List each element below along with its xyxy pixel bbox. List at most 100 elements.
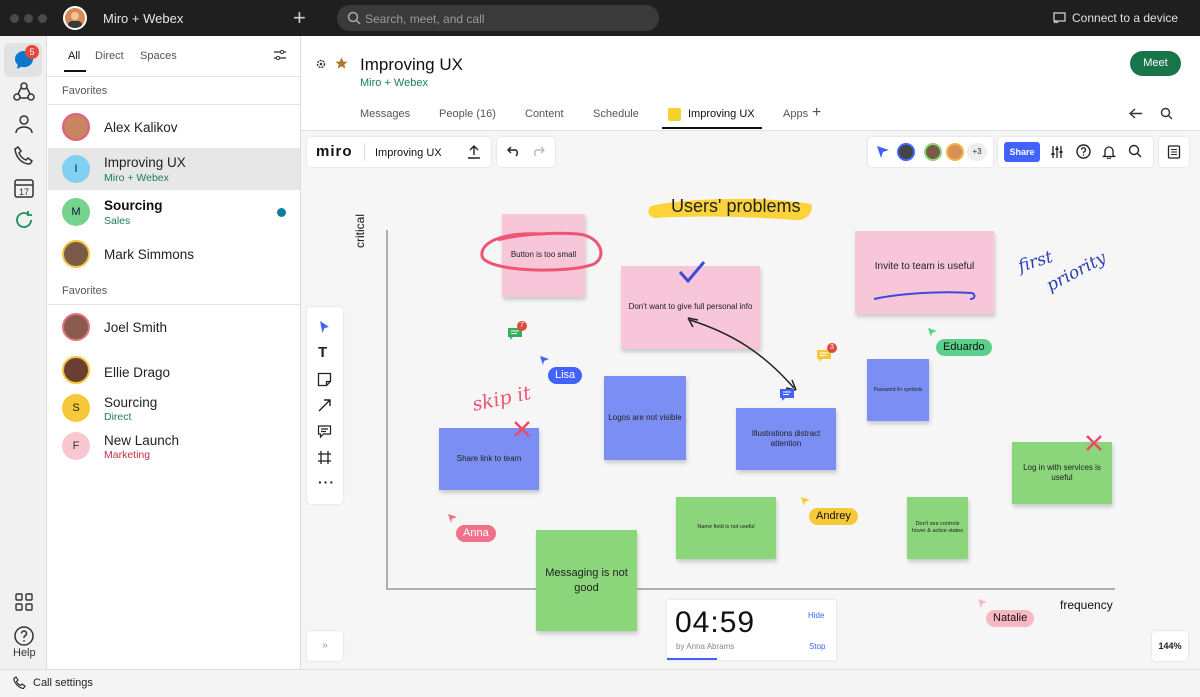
star-icon[interactable] <box>335 57 348 70</box>
header-search-icon[interactable] <box>1160 107 1173 120</box>
timer-owner: by Anna Abrams <box>676 642 735 651</box>
undo-icon[interactable] <box>507 145 521 157</box>
tab-content[interactable]: Content <box>525 108 564 120</box>
list-item-name[interactable]: Mark Simmons <box>104 247 194 262</box>
frame-tool-icon[interactable] <box>317 450 332 465</box>
call-settings-label[interactable]: Call settings <box>33 677 93 689</box>
settings-sliders-icon[interactable] <box>1050 145 1064 159</box>
sticky-note[interactable]: Logos are not visible <box>604 376 686 460</box>
filter-icon[interactable] <box>273 49 287 61</box>
select-cursor-icon[interactable] <box>318 320 331 334</box>
apps-grid-icon[interactable] <box>12 590 36 614</box>
board-search-icon[interactable] <box>1128 144 1142 158</box>
sticky-note[interactable]: Name field is not useful <box>676 497 776 559</box>
comment-tool-icon[interactable] <box>317 424 332 439</box>
cursor-follow-icon[interactable] <box>876 145 890 159</box>
refresh-icon[interactable] <box>12 208 36 232</box>
cross-mark-icon <box>1086 435 1102 451</box>
redo-icon[interactable] <box>531 145 545 157</box>
sticky-note[interactable]: Don't see controls hover & active states <box>907 497 968 559</box>
add-tab-plus-icon[interactable]: + <box>812 104 821 122</box>
upload-icon[interactable] <box>467 145 481 159</box>
sticky-note[interactable]: Messaging is not good <box>536 530 637 631</box>
red-circle-annotation <box>480 231 603 272</box>
underline-annotation <box>873 291 976 300</box>
search-placeholder: Search, meet, and call <box>365 12 485 26</box>
tab-schedule[interactable]: Schedule <box>593 108 639 120</box>
more-tools-icon[interactable]: ··· <box>318 474 335 490</box>
collaborator-avatar[interactable] <box>924 143 942 161</box>
list-item-name[interactable]: Sourcing <box>104 198 163 213</box>
avatar <box>62 240 90 268</box>
board-heading[interactable]: Users' problems <box>671 196 800 217</box>
cursor-icon <box>801 497 810 506</box>
list-item-name[interactable]: Improving UX <box>104 155 186 170</box>
connector-arrow-icon[interactable] <box>317 398 332 413</box>
avatar <box>62 113 90 141</box>
list-item-sub: Direct <box>104 411 132 423</box>
tab-messages[interactable]: Messages <box>360 108 410 120</box>
miro-app-icon <box>668 108 681 121</box>
list-item-name[interactable]: Ellie Drago <box>104 365 170 380</box>
avatar <box>62 313 90 341</box>
help-icon[interactable] <box>12 624 36 648</box>
tab-spaces[interactable]: Spaces <box>140 50 177 62</box>
calendar-icon[interactable]: 17 <box>12 176 36 200</box>
share-arrow-icon[interactable] <box>1129 107 1143 120</box>
teams-icon[interactable] <box>12 80 36 104</box>
cursor-label-lisa: Lisa <box>548 367 583 384</box>
connector-arrow[interactable] <box>684 314 802 394</box>
cursor-label-natalie: Natalie <box>986 610 1035 627</box>
timer-hide-button[interactable]: Hide <box>808 611 824 620</box>
user-avatar[interactable] <box>63 6 87 30</box>
list-item-name[interactable]: Joel Smith <box>104 320 167 335</box>
comment-icon[interactable] <box>779 388 795 402</box>
cursor-icon <box>540 356 549 365</box>
sticky-note[interactable]: Illustrations distract attention <box>736 408 836 470</box>
collaborator-avatar[interactable] <box>897 143 915 161</box>
app-title: Miro + Webex <box>103 11 184 26</box>
active-tab-underline <box>662 127 762 129</box>
board-help-icon[interactable] <box>1076 144 1091 159</box>
meet-button[interactable]: Meet <box>1130 51 1181 76</box>
call-settings-icon[interactable] <box>13 676 26 689</box>
settings-gear-icon[interactable] <box>315 58 327 70</box>
axis-x-label: frequency <box>1060 598 1113 612</box>
comment-count-badge: 7 <box>517 321 527 331</box>
sticky-note-icon[interactable] <box>317 372 332 387</box>
sticky-note[interactable]: Password 8+ symbols <box>867 359 929 421</box>
tab-improving-ux[interactable]: Improving UX <box>688 108 755 120</box>
tab-apps[interactable]: Apps <box>783 108 808 120</box>
tab-direct[interactable]: Direct <box>95 50 124 62</box>
calls-icon[interactable] <box>12 144 36 168</box>
list-item-name[interactable]: New Launch <box>104 433 179 448</box>
contacts-icon[interactable] <box>12 112 36 136</box>
tab-all-underline <box>64 70 86 72</box>
text-tool-icon[interactable]: T <box>318 344 327 361</box>
axis-y-label: critical <box>353 213 367 248</box>
window-zoom-dot[interactable] <box>38 14 47 23</box>
list-item-sub: Miro + Webex <box>104 172 169 184</box>
more-collaborators-count[interactable]: +3 <box>967 143 987 161</box>
bell-icon[interactable] <box>1102 144 1116 159</box>
timer-stop-button[interactable]: Stop <box>809 642 825 651</box>
collaborator-avatar[interactable] <box>946 143 964 161</box>
list-item-name[interactable]: Alex Kalikov <box>104 120 178 135</box>
zoom-level[interactable]: 144% <box>1152 631 1188 661</box>
tab-people[interactable]: People (16) <box>439 108 496 120</box>
undo-redo-box <box>497 137 555 167</box>
connect-device-button[interactable]: Connect to a device <box>1072 11 1178 25</box>
cursor-icon <box>928 328 937 337</box>
list-item-name[interactable]: Sourcing <box>104 395 157 410</box>
board-name[interactable]: Improving UX <box>375 147 442 159</box>
cursor-icon <box>448 514 457 523</box>
new-plus-button[interactable]: + <box>293 7 306 29</box>
window-minimize-dot[interactable] <box>24 14 33 23</box>
tab-all[interactable]: All <box>68 50 80 62</box>
window-close-dot[interactable] <box>10 14 19 23</box>
board-list-icon[interactable] <box>1167 145 1181 159</box>
page-subtitle[interactable]: Miro + Webex <box>360 77 428 89</box>
share-button[interactable]: Share <box>1004 142 1040 162</box>
cursor-label-eduardo: Eduardo <box>936 339 992 356</box>
expand-panel-icon[interactable]: » <box>307 631 343 661</box>
